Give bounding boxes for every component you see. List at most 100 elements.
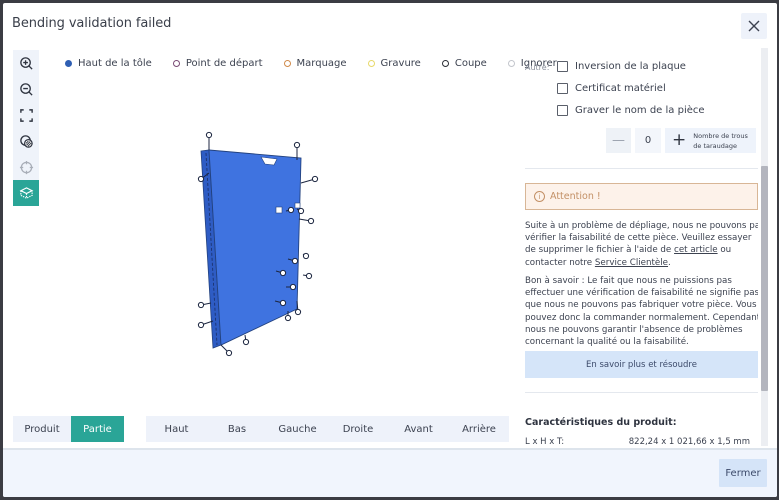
dialog-header: Bending validation failed	[3, 3, 777, 47]
hatch-layers-icon	[19, 134, 33, 148]
legend-item: Coupe	[441, 58, 487, 69]
details-panel: Autre: Inversion de la plaque Certificat…	[515, 48, 758, 448]
legend-label: Point de départ	[185, 58, 263, 69]
tab-produit[interactable]: Produit	[13, 416, 71, 442]
tapping-label-line2: de taraudage	[693, 141, 737, 150]
legend-label: Gravure	[380, 58, 421, 69]
annotation-pin[interactable]	[197, 175, 205, 183]
part-3d-model	[197, 131, 319, 357]
annotation-pin[interactable]	[307, 217, 315, 225]
info-icon: i	[534, 191, 545, 202]
hole-marker	[275, 206, 283, 214]
legend-label: Coupe	[454, 58, 487, 69]
legend-label: Haut de la tôle	[78, 58, 152, 69]
bending-validation-dialog: Bending validation failed Haut de la tôl…	[3, 3, 777, 497]
tapping-holes-label: Nombre de trous de taraudage	[693, 131, 748, 151]
legend-item: Haut de la tôle	[65, 58, 152, 69]
cube-view-icon	[19, 186, 33, 199]
characteristic-label: L x H x T:	[525, 437, 565, 447]
annotation-pin[interactable]	[279, 299, 287, 307]
tab-avant[interactable]: Avant	[388, 416, 449, 442]
zoom-out-button[interactable]	[13, 76, 39, 102]
tab-droite[interactable]: Droite	[328, 416, 388, 442]
tab-gauche[interactable]: Gauche	[267, 416, 328, 442]
zoom-in-icon	[19, 56, 33, 70]
crosshair-button[interactable]	[13, 154, 39, 180]
annotation-pin[interactable]	[302, 252, 310, 260]
3d-view-button[interactable]	[13, 180, 39, 206]
viewer-toolbar	[13, 50, 39, 206]
annotation-pin[interactable]	[297, 207, 305, 215]
option-inversion-plaque[interactable]: Inversion de la plaque	[557, 61, 686, 72]
autre-label: Autre:	[525, 63, 550, 72]
annotation-pin[interactable]	[197, 321, 205, 329]
alert-text: Attention !	[550, 191, 601, 202]
option-label: Graver le nom de la pièce	[575, 105, 705, 116]
characteristic-row: L x H x T: 822,24 x 1 021,66 x 1,5 mm	[525, 437, 758, 447]
annotation-pin[interactable]	[287, 206, 295, 214]
fit-screen-button[interactable]	[13, 102, 39, 128]
3d-viewer-canvas[interactable]	[173, 113, 343, 373]
close-dialog-button[interactable]: Fermer	[719, 459, 767, 487]
product-characteristics-title: Caractéristiques du produit:	[525, 417, 677, 428]
tapping-holes-value[interactable]: 0	[635, 128, 661, 153]
checkbox[interactable]	[557, 83, 568, 94]
article-link[interactable]: cet article	[674, 245, 718, 255]
hatch-toggle-button[interactable]	[13, 128, 39, 154]
error-message: Suite à un problème de dépliage, nous ne…	[525, 220, 758, 269]
legend-dot-icon	[367, 60, 375, 67]
tab-partie[interactable]: Partie	[71, 416, 124, 442]
option-graver-nom[interactable]: Graver le nom de la pièce	[557, 105, 705, 116]
annotation-pin[interactable]	[197, 301, 205, 309]
legend-label: Marquage	[296, 58, 347, 69]
option-label: Certificat matériel	[575, 83, 666, 94]
divider	[525, 168, 758, 169]
legend-dot-icon	[65, 60, 72, 67]
close-button[interactable]	[741, 13, 767, 39]
annotation-pin[interactable]	[205, 131, 213, 139]
message-text: .	[668, 257, 671, 268]
annotation-pin[interactable]	[279, 269, 287, 277]
checkbox[interactable]	[557, 61, 568, 72]
annotation-pin[interactable]	[242, 338, 250, 346]
tab-haut[interactable]: Haut	[146, 416, 207, 442]
annotation-pin[interactable]	[293, 141, 301, 149]
good-to-know-text: Bon à savoir : Le fait que nous ne puiss…	[525, 276, 758, 348]
decrement-button[interactable]: —	[606, 128, 631, 153]
legend-item: Marquage	[283, 58, 347, 69]
legend-dot-icon	[441, 60, 449, 67]
annotation-pin[interactable]	[311, 175, 319, 183]
customer-service-link[interactable]: Service Clientèle	[595, 258, 668, 268]
annotation-pin[interactable]	[284, 314, 292, 322]
divider	[525, 392, 758, 393]
crosshair-icon	[19, 160, 33, 174]
scrollbar-thumb[interactable]	[761, 166, 768, 391]
plus-icon: +	[672, 130, 687, 150]
close-icon	[748, 20, 760, 32]
tab-arriere[interactable]: Arrière	[449, 416, 509, 442]
view-direction-tabs: Haut Bas Gauche Droite Avant Arrière	[146, 416, 509, 442]
learn-more-resolve-button[interactable]: En savoir plus et résoudre	[525, 351, 758, 378]
tab-bas[interactable]: Bas	[207, 416, 267, 442]
annotation-pin[interactable]	[289, 283, 297, 291]
legend-item: Point de départ	[172, 58, 263, 69]
tapping-holes-stepper: — 0 + Nombre de trous de taraudage	[606, 128, 756, 153]
annotation-pin[interactable]	[225, 349, 233, 357]
legend-dot-icon	[507, 60, 515, 67]
legend: Haut de la tôle Point de départ Marquage Gr…	[65, 58, 578, 69]
legend-dot-icon	[172, 60, 180, 67]
checkbox[interactable]	[557, 105, 568, 116]
dialog-title: Bending validation failed	[12, 16, 172, 31]
annotation-pin[interactable]	[294, 308, 302, 316]
legend-dot-icon	[283, 60, 291, 67]
option-certificat-materiel[interactable]: Certificat matériel	[557, 83, 666, 94]
annotation-pin[interactable]	[305, 272, 313, 280]
legend-item: Gravure	[367, 58, 421, 69]
panel-scrollbar[interactable]	[761, 48, 768, 446]
view-tabs: Produit Partie Haut Bas Gauche Droite Av…	[13, 416, 509, 442]
increment-button[interactable]: + Nombre de trous de taraudage	[665, 128, 756, 153]
zoom-in-button[interactable]	[13, 50, 39, 76]
hole-marker	[294, 202, 301, 209]
characteristic-value: 822,24 x 1 021,66 x 1,5 mm	[628, 437, 750, 447]
annotation-pin[interactable]	[291, 257, 299, 265]
